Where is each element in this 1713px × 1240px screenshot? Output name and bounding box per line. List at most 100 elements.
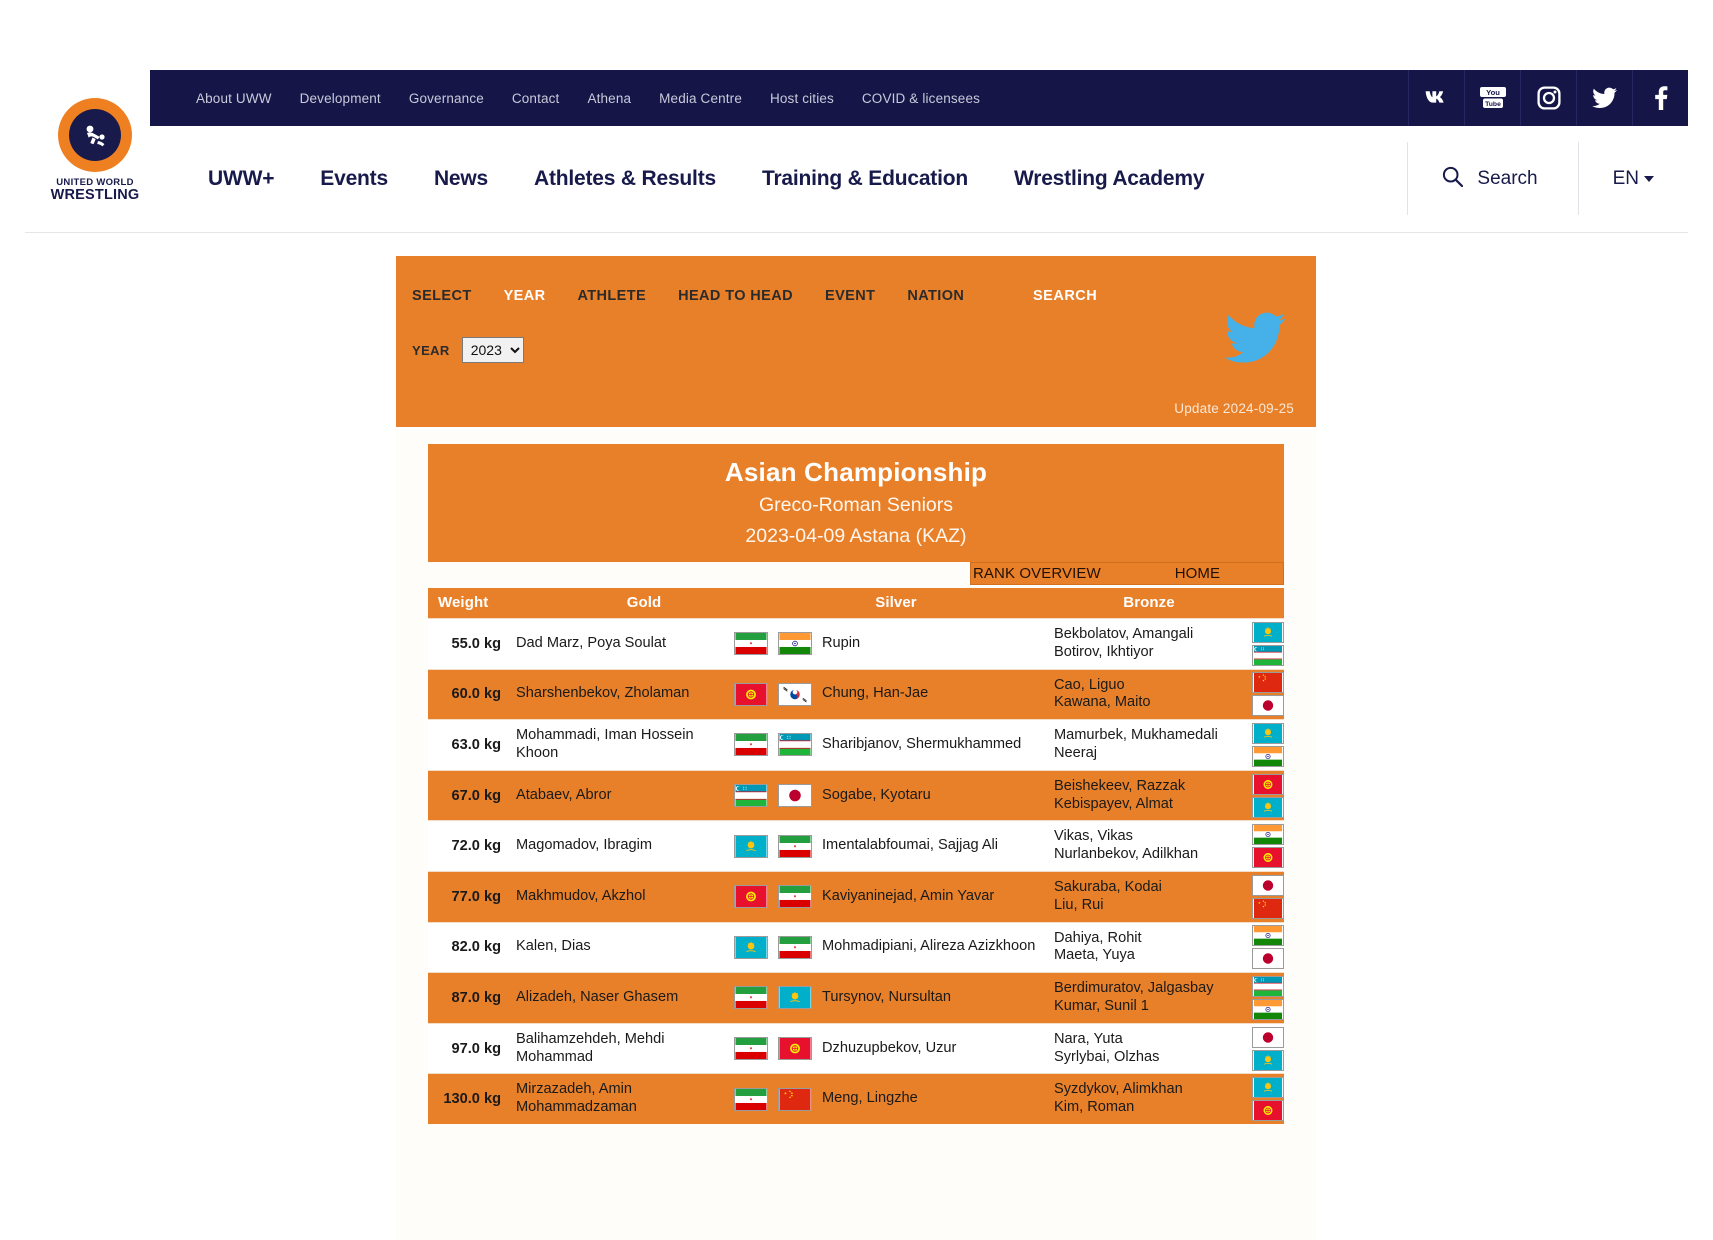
search-submit-button[interactable]: SEARCH: [1033, 288, 1097, 304]
bronze-flags: [1252, 672, 1284, 716]
flag-kaz-icon: [1252, 622, 1284, 643]
flag-jpn-icon: [778, 784, 812, 807]
gold-athlete-name[interactable]: Dad Marz, Poya Soulat: [516, 635, 666, 653]
flag-ind-icon: [1252, 746, 1284, 767]
nav-item-news[interactable]: News: [411, 167, 511, 191]
main-navigation: UWW+ Events News Athletes & Results Trai…: [167, 126, 1688, 231]
gold-athlete-name[interactable]: Mohammadi, Iman Hossein Khoon: [516, 727, 734, 763]
gold-athlete-name[interactable]: Mirzazadeh, Amin Mohammadzaman: [516, 1081, 734, 1117]
bronze-athlete-name[interactable]: Liu, Rui: [1054, 897, 1162, 915]
cell-gold: Mirzazadeh, Amin Mohammadzaman: [510, 1074, 778, 1124]
nav-item-athletes-results[interactable]: Athletes & Results: [511, 167, 739, 191]
uww-logo[interactable]: UNITED WORLD WRESTLING: [25, 70, 165, 231]
silver-athlete-name[interactable]: Imentalabfoumai, Sajjag Ali: [822, 837, 998, 855]
filter-tab-athlete[interactable]: ATHLETE: [578, 288, 647, 304]
silver-athlete-name[interactable]: Sogabe, Kyotaru: [822, 787, 931, 805]
filter-tab-year[interactable]: YEAR: [504, 288, 546, 304]
gold-athlete-name[interactable]: Kalen, Dias: [516, 938, 591, 956]
bronze-athlete-name[interactable]: Botirov, Ikhtiyor: [1054, 644, 1193, 662]
silver-athlete-name[interactable]: Kaviyaninejad, Amin Yavar: [822, 888, 994, 906]
twitter-icon[interactable]: [1576, 70, 1632, 126]
bronze-athlete-name[interactable]: Sakuraba, Kodai: [1054, 879, 1162, 897]
cell-weight: 77.0 kg: [428, 871, 510, 922]
silver-athlete-name[interactable]: Mohmadipiani, Alireza Azizkhoon: [822, 938, 1035, 956]
bronze-athlete-name[interactable]: Kawana, Maito: [1054, 694, 1151, 712]
main-nav-links: UWW+ Events News Athletes & Results Trai…: [167, 167, 1407, 191]
topnav-item-host-cities[interactable]: Host cities: [756, 91, 848, 106]
filter-tab-head-to-head[interactable]: HEAD TO HEAD: [678, 288, 793, 304]
flag-kaz-icon: [778, 986, 812, 1009]
silver-athlete-name[interactable]: Dzhuzupbekov, Uzur: [822, 1040, 956, 1058]
nav-item-uww-plus[interactable]: UWW+: [185, 167, 297, 191]
search-button[interactable]: Search: [1407, 142, 1577, 215]
silver-athlete-name[interactable]: Chung, Han-Jae: [822, 685, 928, 703]
gold-athlete-name[interactable]: Sharshenbekov, Zholaman: [516, 685, 689, 703]
bronze-athlete-name[interactable]: Dahiya, Rohit: [1054, 930, 1142, 948]
topnav-item-athena[interactable]: Athena: [573, 91, 645, 106]
bronze-athlete-name[interactable]: Berdimuratov, Jalgasbay: [1054, 980, 1214, 998]
nav-item-events[interactable]: Events: [297, 167, 411, 191]
table-row: 87.0 kg Alizadeh, Naser Ghasem Tursynov,…: [428, 973, 1284, 1024]
bronze-athlete-name[interactable]: Mamurbek, Mukhamedali: [1054, 727, 1218, 745]
filter-tab-select[interactable]: SELECT: [412, 288, 472, 304]
bronze-athlete-name[interactable]: Cao, Liguo: [1054, 677, 1151, 695]
gold-athlete-name[interactable]: Makhmudov, Akzhol: [516, 888, 646, 906]
flag-iri-icon: [778, 885, 812, 908]
year-filter-row: YEAR 2023 2022 2021 2020 2019: [412, 337, 524, 363]
topnav-item-covid-licensees[interactable]: COVID & licensees: [848, 91, 994, 106]
nav-item-training-education[interactable]: Training & Education: [739, 167, 991, 191]
bronze-athlete-name[interactable]: Kumar, Sunil 1: [1054, 998, 1214, 1016]
topnav-item-media-centre[interactable]: Media Centre: [645, 91, 756, 106]
cell-silver: Dzhuzupbekov, Uzur: [778, 1023, 1054, 1074]
silver-athlete-name[interactable]: Sharibjanov, Shermukhammed: [822, 736, 1021, 754]
language-selector[interactable]: EN: [1578, 142, 1688, 215]
cell-weight: 63.0 kg: [428, 720, 510, 771]
table-header: Weight Gold Silver Bronze: [428, 588, 1284, 619]
flag-chn-icon: [778, 1088, 812, 1111]
gold-athlete-name[interactable]: Magomadov, Ibragim: [516, 837, 652, 855]
bronze-athlete-name[interactable]: Nara, Yuta: [1054, 1031, 1159, 1049]
bronze-athlete-name[interactable]: Maeta, Yuya: [1054, 947, 1142, 965]
cell-gold: Magomadov, Ibragim: [510, 821, 778, 872]
bronze-athlete-name[interactable]: Nurlanbekov, Adilkhan: [1054, 846, 1198, 864]
cell-silver: Chung, Han-Jae: [778, 669, 1054, 720]
topnav-item-contact[interactable]: Contact: [498, 91, 574, 106]
gold-athlete-name[interactable]: Balihamzehdeh, Mehdi Mohammad: [516, 1031, 734, 1067]
silver-athlete-name[interactable]: Rupin: [822, 635, 860, 653]
bronze-athlete-name[interactable]: Syzdykov, Alimkhan: [1054, 1081, 1183, 1099]
subnav-home[interactable]: HOME: [1175, 565, 1220, 582]
youtube-icon[interactable]: You Tube: [1464, 70, 1520, 126]
twitter-bird-icon[interactable]: [1224, 311, 1288, 370]
cell-weight: 82.0 kg: [428, 922, 510, 973]
flag-kgz-icon: [1252, 847, 1284, 868]
instagram-icon[interactable]: [1520, 70, 1576, 126]
year-select[interactable]: 2023 2022 2021 2020 2019: [462, 337, 524, 363]
topnav-item-about-uww[interactable]: About UWW: [182, 91, 286, 106]
topnav-item-governance[interactable]: Governance: [395, 91, 498, 106]
facebook-icon[interactable]: [1632, 70, 1688, 126]
nav-item-wrestling-academy[interactable]: Wrestling Academy: [991, 167, 1227, 191]
bronze-athlete-name[interactable]: Bekbolatov, Amangali: [1054, 626, 1193, 644]
bronze-athlete-name[interactable]: Vikas, Vikas: [1054, 828, 1198, 846]
filter-tab-event[interactable]: EVENT: [825, 288, 875, 304]
silver-athlete-name[interactable]: Meng, Lingzhe: [822, 1090, 918, 1108]
bronze-athlete-name[interactable]: Syrlybai, Olzhas: [1054, 1049, 1159, 1067]
bronze-athlete-name[interactable]: Kebispayev, Almat: [1054, 796, 1185, 814]
subnav-rank-overview[interactable]: RANK OVERVIEW: [973, 565, 1101, 582]
bronze-athlete-names: Syzdykov, AlimkhanKim, Roman: [1054, 1081, 1229, 1117]
flag-uzb-icon: [1252, 976, 1284, 997]
flag-jpn-icon: [1252, 695, 1284, 716]
silver-athlete-name[interactable]: Tursynov, Nursultan: [822, 989, 951, 1007]
vk-icon[interactable]: [1408, 70, 1464, 126]
event-style: Greco-Roman Seniors: [428, 490, 1284, 520]
bronze-athlete-name[interactable]: Neeraj: [1054, 745, 1218, 763]
topnav-item-development[interactable]: Development: [286, 91, 395, 106]
bronze-athlete-name[interactable]: Kim, Roman: [1054, 1099, 1183, 1117]
gold-athlete-name[interactable]: Alizadeh, Naser Ghasem: [516, 989, 678, 1007]
flag-kgz-icon: [734, 885, 768, 908]
bronze-athlete-name[interactable]: Beishekeev, Razzak: [1054, 778, 1185, 796]
flag-ind-icon: [1252, 824, 1284, 845]
uww-wrestler-logo-icon: [58, 98, 132, 172]
filter-tab-nation[interactable]: NATION: [907, 288, 964, 304]
gold-athlete-name[interactable]: Atabaev, Abror: [516, 787, 611, 805]
